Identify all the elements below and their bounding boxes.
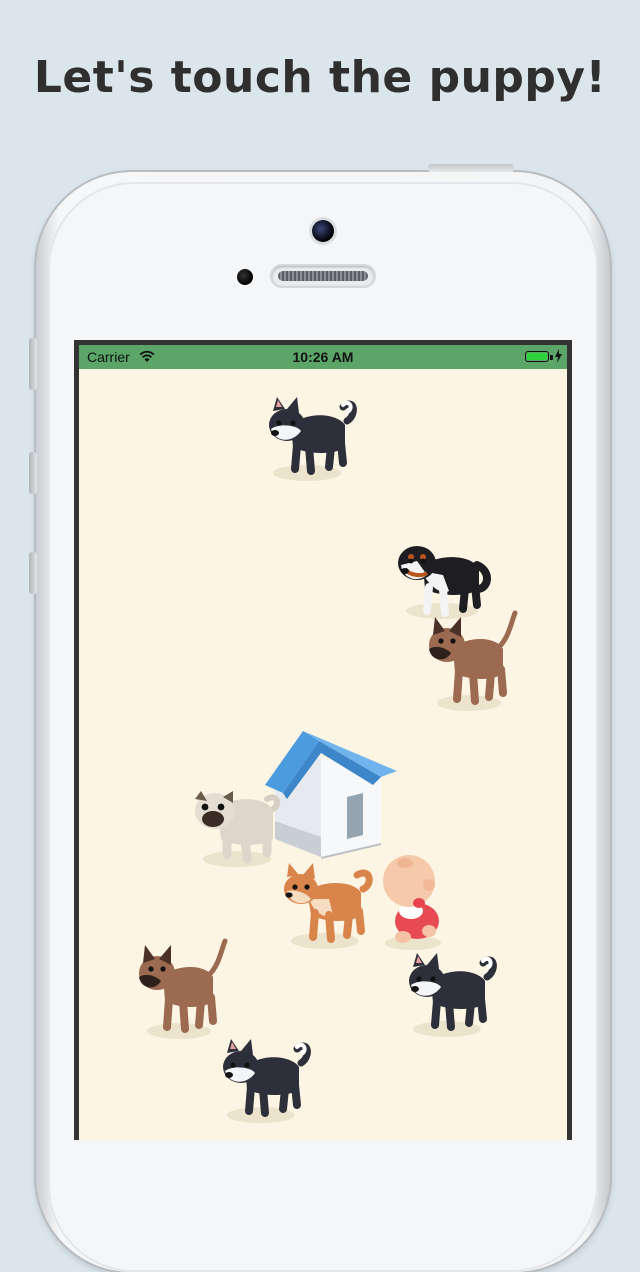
volume-up-button xyxy=(29,452,37,494)
proximity-sensor xyxy=(237,269,253,285)
battery-icon xyxy=(525,351,549,362)
baby-icon[interactable] xyxy=(373,845,453,955)
husky-dog-icon[interactable] xyxy=(397,941,497,1041)
pug-dog-icon[interactable] xyxy=(187,783,287,873)
charging-bolt-icon xyxy=(555,349,562,363)
front-camera xyxy=(312,220,334,242)
husky-dog-icon[interactable] xyxy=(257,385,357,485)
game-area[interactable]: Carrier 10:26 AM xyxy=(79,345,567,1140)
earpiece-speaker xyxy=(272,266,374,286)
husky-dog-icon[interactable] xyxy=(211,1027,311,1127)
shiba-dog-icon[interactable] xyxy=(275,855,375,955)
status-time: 10:26 AM xyxy=(292,349,354,365)
mute-switch xyxy=(29,338,37,390)
device-screen: Carrier 10:26 AM xyxy=(74,340,572,1140)
status-bar: Carrier 10:26 AM xyxy=(79,345,567,369)
boxer-dog-icon[interactable] xyxy=(419,607,519,717)
volume-down-button xyxy=(29,552,37,594)
power-button xyxy=(428,164,514,172)
headline: Let's touch the puppy! xyxy=(33,52,607,103)
